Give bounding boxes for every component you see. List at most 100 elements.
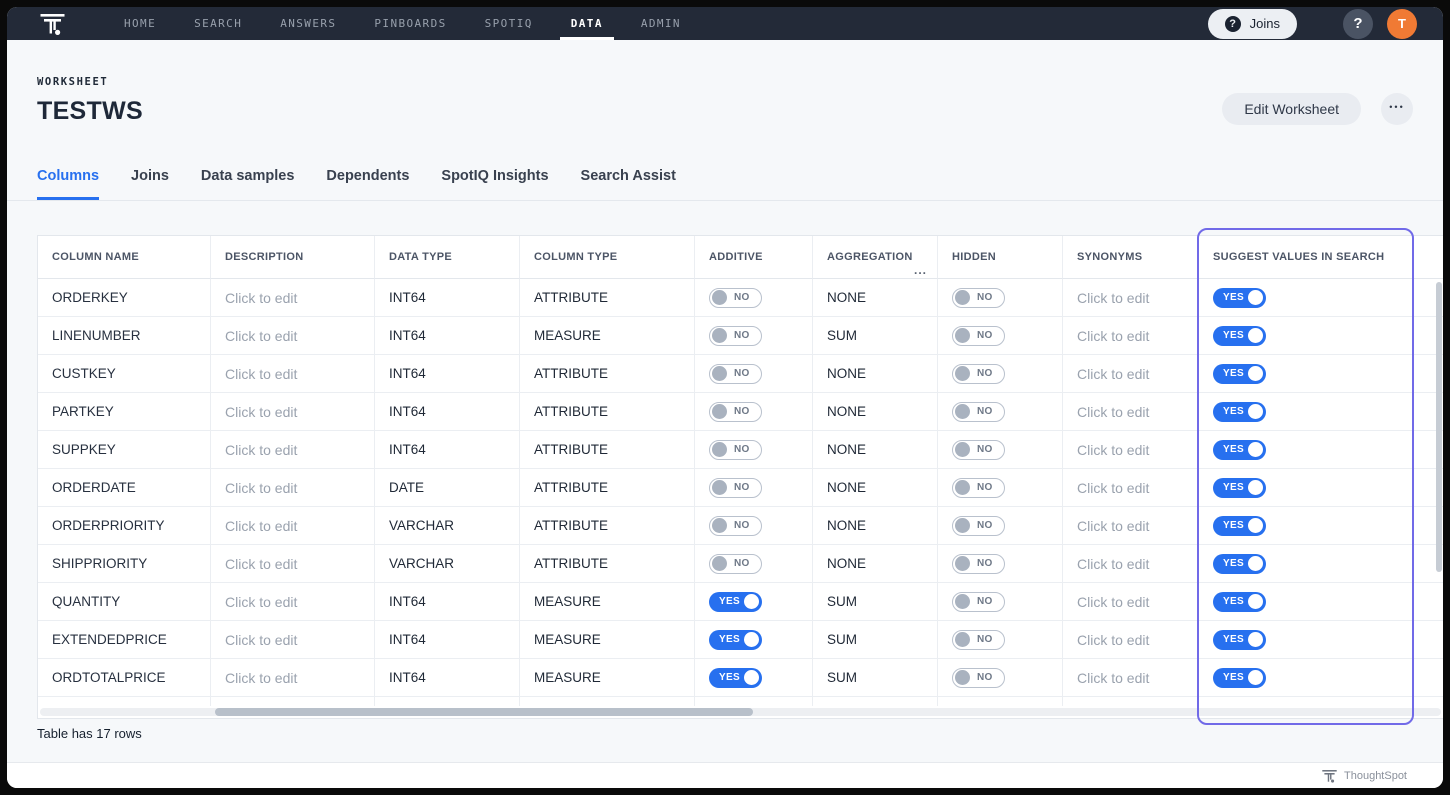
avatar[interactable]: T [1387,8,1417,39]
nav-item-spotiq[interactable]: SPOTIQ [474,7,544,40]
additive-toggle[interactable]: NO [709,363,762,384]
suggest-values-toggle[interactable]: YES [1213,629,1266,650]
cell-description[interactable]: Click to edit [211,659,375,697]
cell-aggregation[interactable]: NONE [813,393,938,431]
help-button[interactable]: ? [1343,8,1373,39]
nav-item-pinboards[interactable]: PINBOARDS [363,7,457,40]
cell-description[interactable]: Click to edit [211,431,375,469]
suggest-values-toggle[interactable]: YES [1213,439,1266,460]
cell-synonyms[interactable]: Click to edit [1063,469,1199,507]
cell-aggregation[interactable]: SUM [813,659,938,697]
cell-synonyms[interactable]: Click to edit [1063,545,1199,583]
hidden-toggle[interactable]: NO [952,629,1005,650]
cell-column-type[interactable]: ATTRIBUTE [520,431,695,469]
hidden-toggle[interactable]: NO [952,553,1005,574]
cell-synonyms[interactable]: Click to edit [1063,393,1199,431]
cell-description[interactable]: Click to edit [211,355,375,393]
tab-search-assist[interactable]: Search Assist [581,168,676,200]
nav-item-admin[interactable]: ADMIN [630,7,692,40]
suggest-values-toggle[interactable]: YES [1213,553,1266,574]
additive-toggle[interactable]: YES [709,591,762,612]
additive-toggle[interactable]: YES [709,629,762,650]
cell-synonyms[interactable]: Click to edit [1063,507,1199,545]
cell-description[interactable]: Click to edit [211,469,375,507]
cell-aggregation[interactable]: NONE [813,545,938,583]
suggest-values-toggle[interactable]: YES [1213,515,1266,536]
additive-toggle[interactable]: NO [709,287,762,308]
cell-column-type[interactable]: ATTRIBUTE [520,507,695,545]
cell-aggregation[interactable]: SUM [813,621,938,659]
cell-synonyms[interactable]: Click to edit [1063,621,1199,659]
cell-description[interactable]: Click to edit [211,583,375,621]
additive-toggle[interactable]: NO [709,439,762,460]
tab-spotiq-insights[interactable]: SpotIQ Insights [441,168,548,200]
edit-worksheet-button[interactable]: Edit Worksheet [1222,93,1361,125]
additive-toggle[interactable]: YES [709,667,762,688]
suggest-values-toggle[interactable]: YES [1213,287,1266,308]
cell-column-type[interactable]: MEASURE [520,583,695,621]
toggle-label: YES [1223,368,1244,379]
horizontal-scrollbar-track[interactable] [40,708,1441,716]
suggest-values-toggle[interactable]: YES [1213,591,1266,612]
cell-column-type[interactable]: ATTRIBUTE [520,393,695,431]
suggest-values-toggle[interactable]: YES [1213,477,1266,498]
cell-column-type[interactable]: ATTRIBUTE [520,279,695,317]
nav-item-home[interactable]: HOME [113,7,167,40]
additive-toggle[interactable]: NO [709,515,762,536]
hidden-toggle[interactable]: NO [952,439,1005,460]
cell-aggregation[interactable]: SUM [813,317,938,355]
tab-joins[interactable]: Joins [131,168,169,200]
cell-description[interactable]: Click to edit [211,317,375,355]
additive-toggle[interactable]: NO [709,477,762,498]
cell-column-type[interactable]: MEASURE [520,621,695,659]
nav-item-data[interactable]: DATA [559,7,614,40]
additive-toggle[interactable]: NO [709,553,762,574]
nav-item-answers[interactable]: ANSWERS [269,7,347,40]
hidden-toggle[interactable]: NO [952,363,1005,384]
tab-data-samples[interactable]: Data samples [201,168,295,200]
cell-synonyms[interactable]: Click to edit [1063,279,1199,317]
hidden-toggle[interactable]: NO [952,287,1005,308]
tab-dependents[interactable]: Dependents [326,168,409,200]
additive-toggle[interactable]: NO [709,325,762,346]
cell-synonyms[interactable]: Click to edit [1063,431,1199,469]
suggest-values-toggle[interactable]: YES [1213,363,1266,384]
horizontal-scrollbar-thumb[interactable] [215,708,753,716]
additive-toggle[interactable]: NO [709,401,762,422]
cell-synonyms[interactable]: Click to edit [1063,583,1199,621]
hidden-toggle[interactable]: NO [952,591,1005,612]
cell-synonyms[interactable]: Click to edit [1063,317,1199,355]
hidden-toggle[interactable]: NO [952,401,1005,422]
cell-aggregation[interactable]: NONE [813,507,938,545]
hidden-toggle[interactable]: NO [952,325,1005,346]
cell-description[interactable]: Click to edit [211,279,375,317]
cell-synonyms[interactable]: Click to edit [1063,659,1199,697]
cell-column-type[interactable]: ATTRIBUTE [520,469,695,507]
suggest-values-toggle[interactable]: YES [1213,667,1266,688]
tab-columns[interactable]: Columns [37,168,100,200]
hidden-toggle[interactable]: NO [952,667,1005,688]
cell-description[interactable]: Click to edit [211,507,375,545]
cell-description[interactable]: Click to edit [211,393,375,431]
cell-aggregation[interactable]: NONE [813,279,938,317]
cell-description[interactable]: Click to edit [211,621,375,659]
cell-aggregation[interactable]: NONE [813,355,938,393]
cell-description[interactable]: Click to edit [211,545,375,583]
cell-aggregation[interactable]: SUM [813,583,938,621]
hidden-toggle[interactable]: NO [952,477,1005,498]
cell-column-type[interactable]: MEASURE [520,317,695,355]
vertical-scrollbar-thumb[interactable] [1436,282,1442,572]
cell-column-type[interactable]: MEASURE [520,659,695,697]
joins-button[interactable]: ? Joins [1207,8,1297,39]
hidden-toggle[interactable]: NO [952,515,1005,536]
cell-column-type[interactable]: ATTRIBUTE [520,545,695,583]
cell-aggregation[interactable]: NONE [813,431,938,469]
cell-column-type[interactable]: ATTRIBUTE [520,355,695,393]
more-options-button[interactable]: ••• [1381,93,1413,125]
nav-item-search[interactable]: SEARCH [183,7,253,40]
suggest-values-toggle[interactable]: YES [1213,325,1266,346]
thoughtspot-logo[interactable] [40,7,65,40]
suggest-values-toggle[interactable]: YES [1213,401,1266,422]
cell-aggregation[interactable]: NONE [813,469,938,507]
cell-synonyms[interactable]: Click to edit [1063,355,1199,393]
